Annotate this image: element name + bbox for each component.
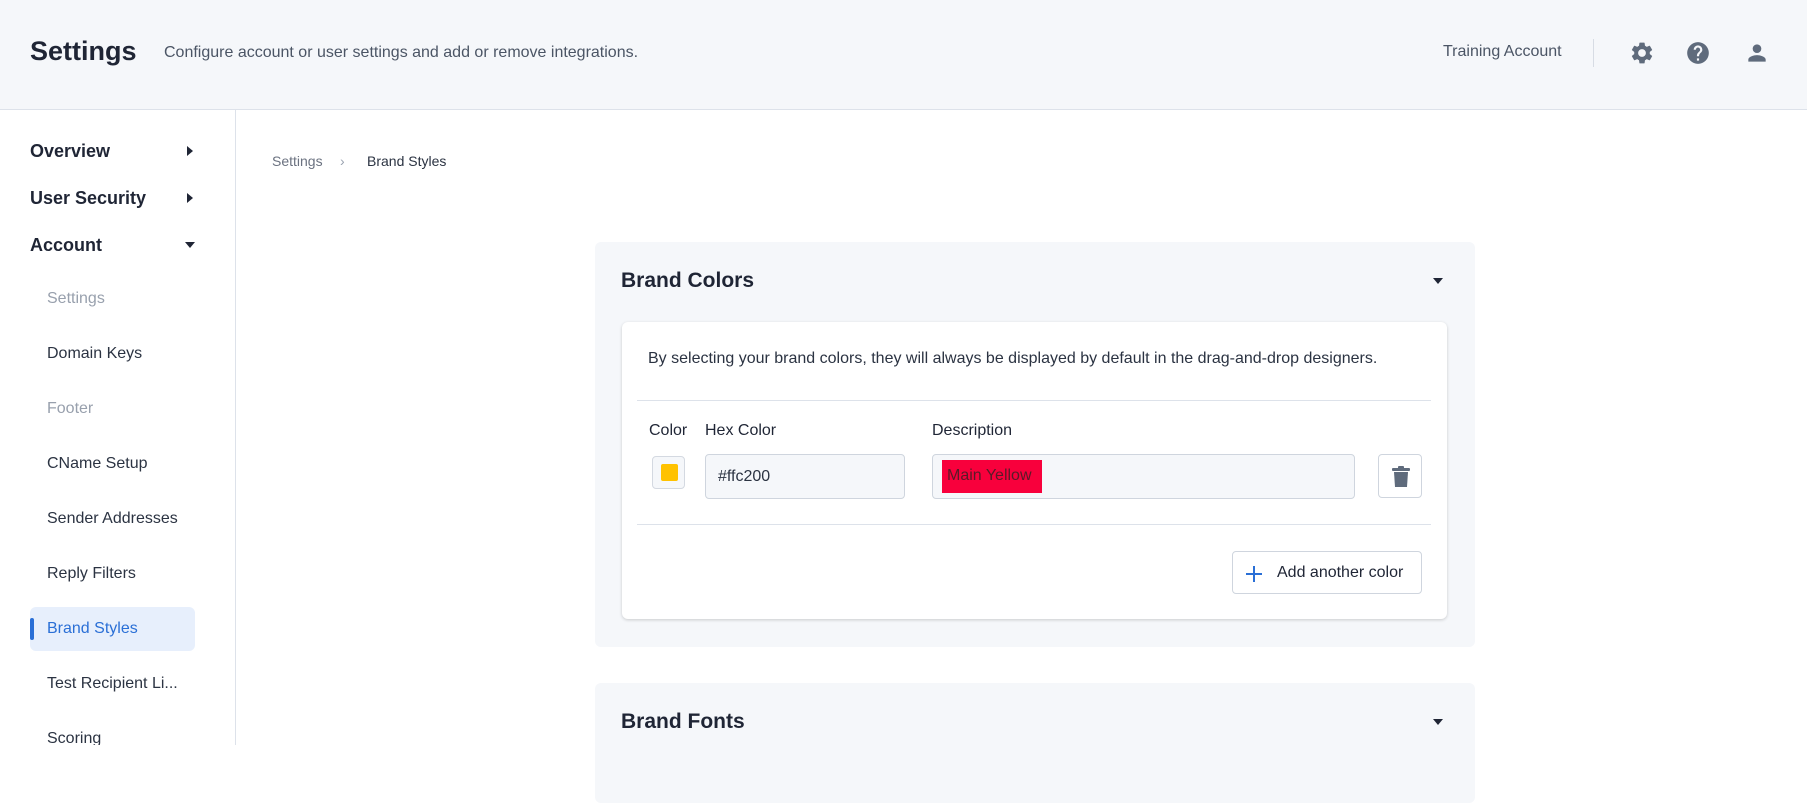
help-icon[interactable]: [1685, 40, 1711, 66]
account-name[interactable]: Training Account: [1443, 43, 1562, 61]
description-selected-text[interactable]: Main Yellow: [942, 460, 1042, 493]
page-header: Settings Configure account or user setti…: [0, 0, 1807, 110]
gear-icon[interactable]: [1629, 40, 1655, 66]
divider: [637, 524, 1431, 525]
active-indicator: [30, 618, 34, 640]
description-value: Main Yellow: [947, 467, 1032, 484]
delete-color-button[interactable]: [1378, 454, 1422, 498]
description-column-label: Description: [932, 422, 1013, 439]
sidebar-section-account[interactable]: Account: [30, 231, 196, 261]
sidebar-item-label: Settings: [47, 290, 105, 307]
plus-icon: [1246, 566, 1262, 582]
header-divider: [1593, 39, 1594, 67]
sidebar-item-brand-styles[interactable]: Brand Styles: [30, 607, 195, 651]
breadcrumb-link-settings[interactable]: Settings: [272, 153, 323, 169]
sidebar-item-cname-setup[interactable]: CName Setup: [30, 442, 195, 486]
add-another-color-label: Add another color: [1277, 564, 1404, 581]
brand-colors-title: Brand Colors: [621, 269, 755, 292]
sidebar-item-label: Sender Addresses: [47, 510, 178, 527]
caret-down-icon: [185, 242, 195, 248]
collapse-caret-icon[interactable]: [1431, 274, 1445, 288]
hex-color-column-label: Hex Color: [705, 422, 777, 439]
sidebar-item-label: Footer: [47, 400, 94, 417]
sidebar-item-label: Reply Filters: [47, 565, 136, 582]
sidebar-item-label: Brand Styles: [47, 620, 138, 637]
collapse-caret-icon[interactable]: [1431, 715, 1445, 729]
chevron-right-icon: ›: [340, 153, 345, 169]
page-title: Settings: [30, 36, 137, 66]
breadcrumb-current: Brand Styles: [367, 153, 447, 169]
brand-fonts-panel: Brand Fonts: [595, 683, 1475, 803]
sidebar-item-label: Test Recipient Li...: [47, 675, 178, 692]
brand-colors-panel: Brand Colors By selecting your brand col…: [595, 242, 1475, 647]
sidebar-item-label: Scoring: [47, 730, 102, 745]
page-subtitle: Configure account or user settings and a…: [164, 44, 639, 61]
sidebar: Overview User Security Account Settings …: [0, 110, 236, 745]
sidebar-section-label: Overview: [30, 141, 111, 161]
brand-colors-card: By selecting your brand colors, they wil…: [622, 322, 1447, 619]
color-swatch[interactable]: [652, 456, 685, 489]
brand-colors-intro: By selecting your brand colors, they wil…: [648, 350, 1378, 367]
user-icon[interactable]: [1744, 40, 1770, 66]
divider: [637, 400, 1431, 401]
sidebar-section-label: Account: [30, 235, 102, 255]
sidebar-item-footer[interactable]: Footer: [30, 387, 195, 431]
trash-icon: [1392, 466, 1410, 487]
sidebar-item-scoring[interactable]: Scoring: [30, 717, 195, 745]
sidebar-item-settings[interactable]: Settings: [30, 277, 195, 321]
sidebar-item-label: CName Setup: [47, 455, 148, 472]
caret-right-icon: [187, 146, 193, 156]
color-column-label: Color: [649, 422, 688, 439]
brand-fonts-title: Brand Fonts: [621, 710, 745, 733]
sidebar-section-overview[interactable]: Overview: [30, 137, 196, 167]
caret-right-icon: [187, 193, 193, 203]
sidebar-item-domain-keys[interactable]: Domain Keys: [30, 332, 195, 376]
sidebar-item-sender-addresses[interactable]: Sender Addresses: [30, 497, 195, 541]
color-swatch-fill: [661, 464, 678, 481]
add-another-color-button[interactable]: Add another color: [1232, 551, 1422, 594]
sidebar-item-reply-filters[interactable]: Reply Filters: [30, 552, 195, 596]
sidebar-section-label: User Security: [30, 188, 147, 208]
sidebar-section-user-security[interactable]: User Security: [30, 184, 196, 214]
hex-color-input[interactable]: [705, 454, 905, 499]
sidebar-item-test-recipient-lists[interactable]: Test Recipient Li...: [30, 662, 195, 706]
sidebar-item-label: Domain Keys: [47, 345, 143, 362]
